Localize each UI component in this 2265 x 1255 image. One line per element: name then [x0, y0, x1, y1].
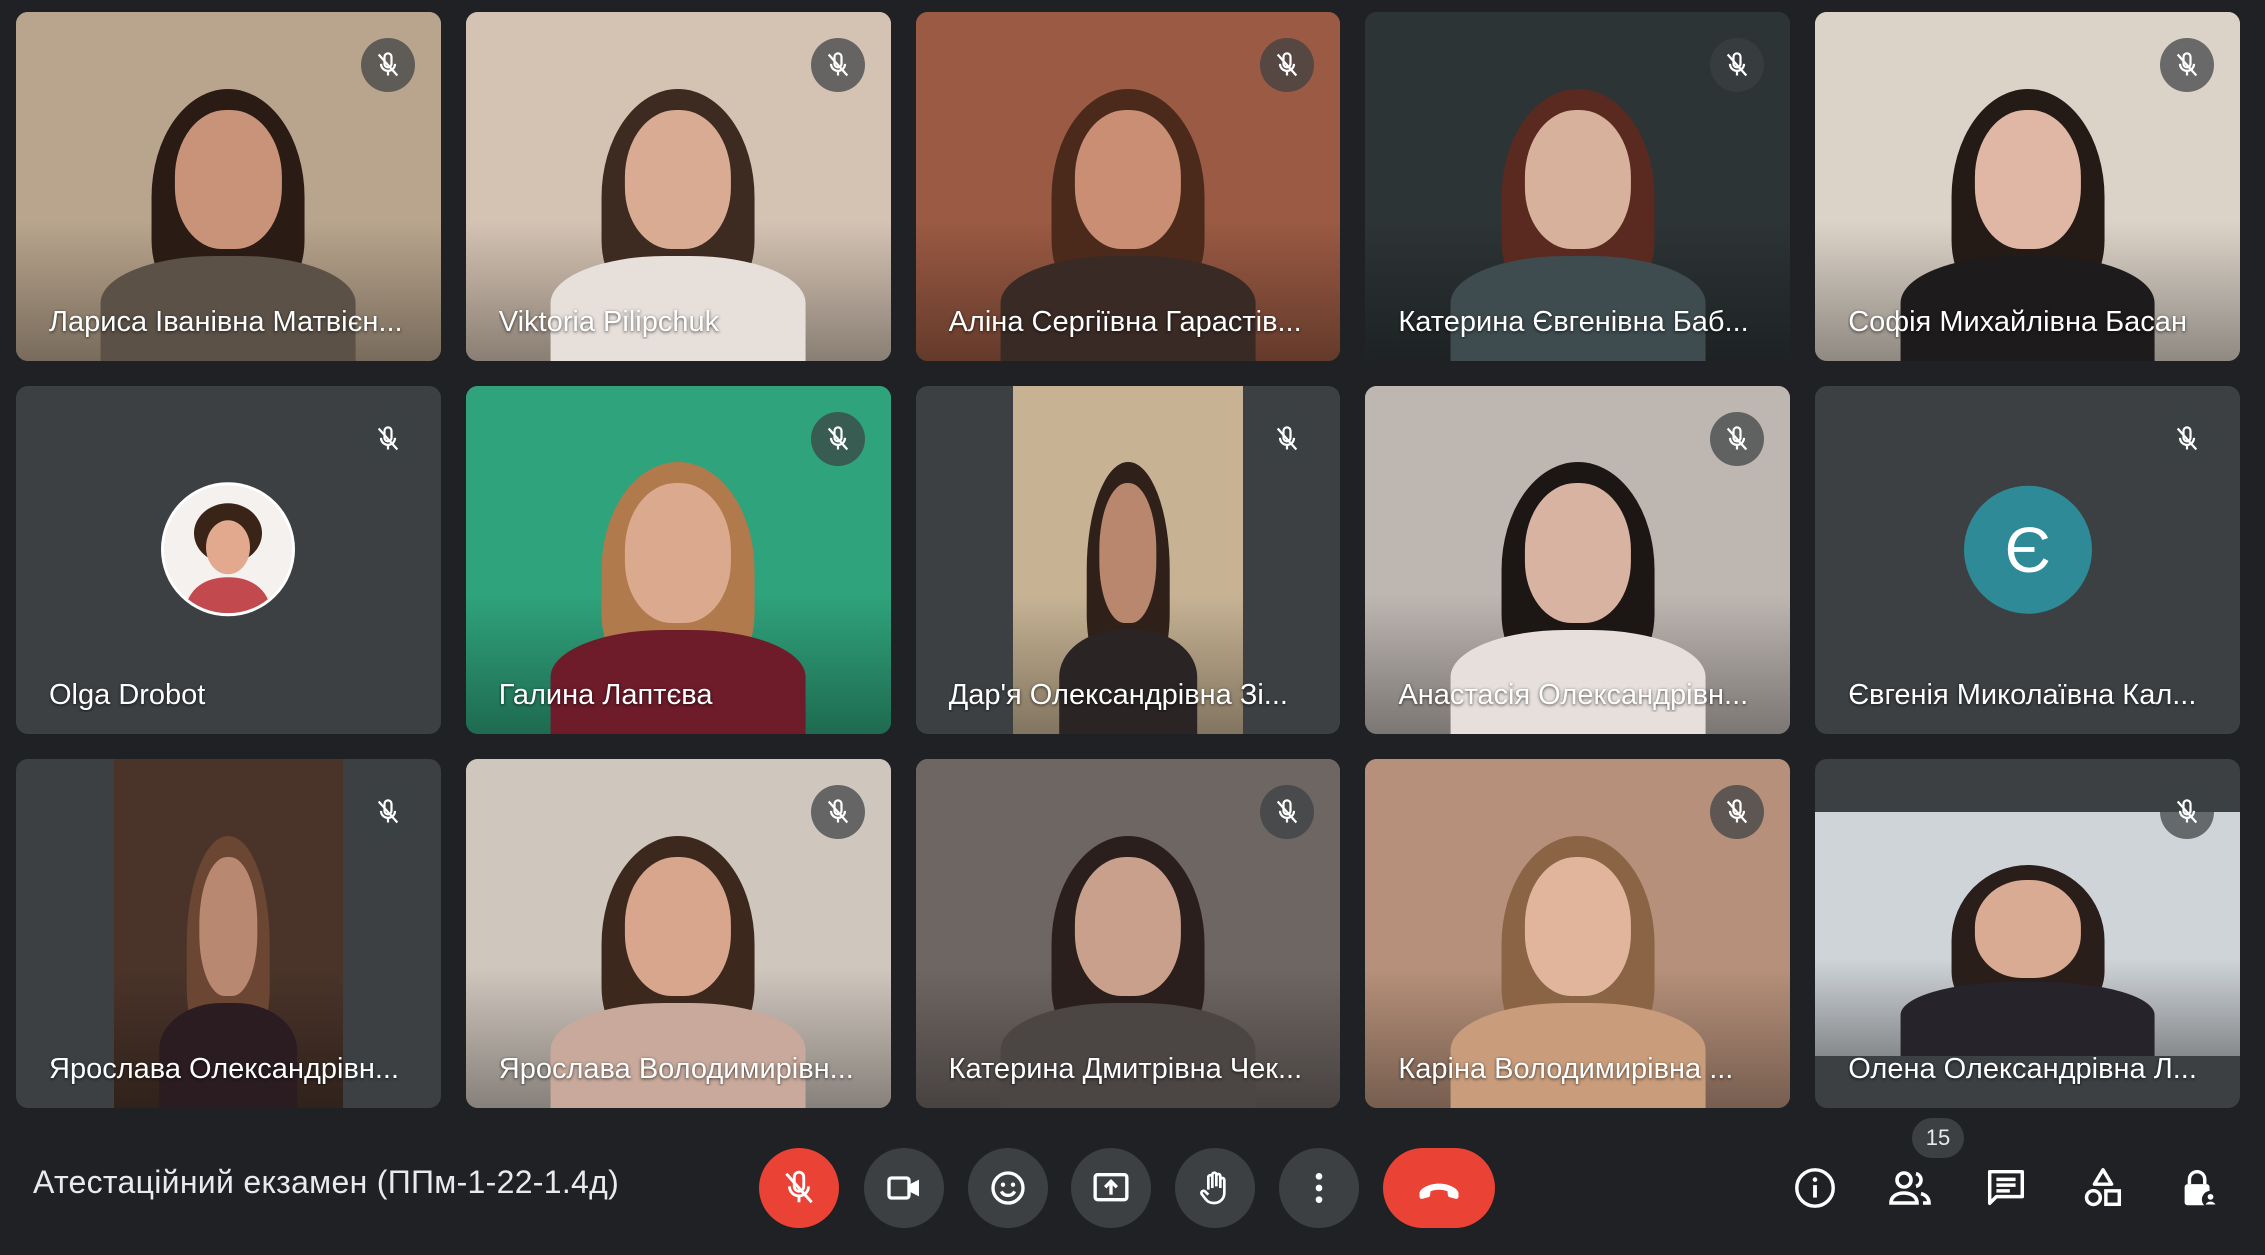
- mic-off-button[interactable]: [759, 1148, 839, 1228]
- participant-name: Каріна Володимирівна ...: [1398, 1052, 1734, 1085]
- more-vert-icon: [1315, 1173, 1323, 1203]
- activities-button[interactable]: [2077, 1162, 2129, 1214]
- reactions-button[interactable]: [968, 1148, 1048, 1228]
- participant-name: Аліна Сергіївна Гарастів...: [948, 305, 1302, 338]
- participant-tile[interactable]: Анастасія Олександрівн...: [1365, 385, 1791, 735]
- participant-name: Olga Drobot: [49, 679, 206, 712]
- participant-count-badge: 15: [1912, 1118, 1964, 1158]
- participant-tile[interactable]: Софія Михайлівна Басан: [1815, 12, 2240, 361]
- profile-photo-avatar: [161, 482, 296, 617]
- host-controls-button[interactable]: [2173, 1162, 2225, 1214]
- face-shape: [1074, 856, 1182, 997]
- participant-tile[interactable]: Ярослава Олександрівн...: [16, 759, 441, 1108]
- participant-tile[interactable]: Галина Лаптєва: [465, 385, 891, 735]
- participant-tile[interactable]: Olga Drobot: [16, 385, 441, 735]
- face-shape: [175, 109, 282, 250]
- face-shape: [625, 109, 732, 250]
- participant-video: [1815, 811, 2240, 1056]
- participant-tile[interactable]: Дар'я Олександрівна Зі...: [915, 385, 1341, 735]
- participant-tile[interactable]: Олена Олександрівна Л...: [1815, 759, 2240, 1108]
- participant-tile[interactable]: Аліна Сергіївна Гарастів...: [915, 12, 1341, 361]
- participant-name: Ярослава Володимирівн...: [498, 1052, 854, 1085]
- muted-mic-icon: [810, 38, 865, 92]
- meeting-title: Атестаційний екзамен (ППм-1-22-1.4д): [33, 1164, 620, 1200]
- camera-button[interactable]: [864, 1148, 944, 1228]
- muted-mic-icon: [1710, 38, 1765, 92]
- face-shape: [1974, 109, 2081, 250]
- people-icon: [1889, 1171, 1931, 1205]
- hand-icon: [1200, 1171, 1226, 1205]
- participant-name: Євгенія Миколаївна Кал...: [1848, 679, 2197, 712]
- leave-call-button[interactable]: [1383, 1148, 1495, 1228]
- face-shape: [625, 856, 732, 997]
- people-button[interactable]: [1884, 1162, 1936, 1214]
- present-button[interactable]: [1071, 1148, 1151, 1228]
- participant-name: Галина Лаптєва: [498, 679, 713, 712]
- muted-mic-icon: [1710, 411, 1765, 466]
- chat-icon: [1987, 1169, 2025, 1206]
- participant-tile[interactable]: Катерина Дмитрівна Чек...: [915, 759, 1341, 1108]
- muted-mic-icon: [360, 785, 415, 840]
- muted-mic-icon: [360, 38, 415, 92]
- participant-tile[interactable]: Катерина Євгенівна Баб...: [1365, 12, 1791, 361]
- participant-name: Viktoria Pilipchuk: [498, 305, 720, 338]
- info-icon: [1795, 1168, 1835, 1208]
- muted-mic-icon: [810, 411, 865, 466]
- emoji-icon: [991, 1171, 1025, 1205]
- participant-tile[interactable]: Каріна Володимирівна ...: [1365, 759, 1791, 1108]
- face-shape: [199, 856, 258, 997]
- phone-hangup-icon: [1419, 1183, 1459, 1199]
- muted-mic-icon: [360, 411, 415, 466]
- participant-tile[interactable]: Viktoria Pilipchuk: [465, 12, 891, 361]
- participant-name: Катерина Євгенівна Баб...: [1398, 305, 1749, 338]
- face-shape: [625, 483, 732, 623]
- face-shape: [1524, 109, 1631, 250]
- face-shape: [1524, 483, 1631, 623]
- participant-name: Олена Олександрівна Л...: [1848, 1052, 2197, 1085]
- bottom-toolbar: Атестаційний екзамен (ППм-1-22-1.4д) 15: [0, 1108, 2265, 1255]
- face-shape: [1524, 856, 1631, 997]
- more-options-button[interactable]: [1279, 1148, 1359, 1228]
- participant-name: Лариса Іванівна Матвієн...: [49, 305, 403, 338]
- face-shape: [1074, 109, 1182, 250]
- chat-button[interactable]: [1980, 1162, 2032, 1214]
- camera-icon: [887, 1176, 919, 1200]
- muted-mic-icon: [2159, 38, 2214, 92]
- participant-name: Дар'я Олександрівна Зі...: [948, 679, 1288, 712]
- body-shape: [1900, 982, 2156, 1056]
- face-shape: [1974, 879, 2081, 978]
- participant-name: Катерина Дмитрівна Чек...: [948, 1052, 1303, 1085]
- participant-tile[interactable]: Є Євгенія Миколаївна Кал...: [1815, 385, 2240, 735]
- mic-off-icon: [785, 1170, 813, 1204]
- muted-mic-icon: [2159, 785, 2214, 840]
- muted-mic-icon: [1260, 38, 1315, 92]
- participant-tile[interactable]: Ярослава Володимирівн...: [465, 759, 891, 1108]
- participant-tile[interactable]: Лариса Іванівна Матвієн...: [16, 12, 441, 361]
- face-shape: [1099, 483, 1157, 623]
- muted-mic-icon: [810, 785, 865, 840]
- present-icon: [1093, 1173, 1129, 1202]
- participant-grid: Лариса Іванівна Матвієн... Viktoria Pilip…: [16, 12, 2240, 1108]
- muted-mic-icon: [1260, 411, 1315, 466]
- activities-icon: [2084, 1168, 2122, 1207]
- letter-avatar: Є: [1963, 485, 2092, 614]
- meeting-details-button[interactable]: [1789, 1162, 1841, 1214]
- participant-name: Ярослава Олександрівн...: [49, 1052, 400, 1085]
- muted-mic-icon: [2159, 411, 2214, 466]
- raise-hand-button[interactable]: [1175, 1148, 1255, 1228]
- host-controls-icon: [2184, 1170, 2220, 1209]
- participant-name: Софія Михайлівна Басан: [1848, 305, 2187, 338]
- participant-name: Анастасія Олександрівн...: [1398, 679, 1749, 712]
